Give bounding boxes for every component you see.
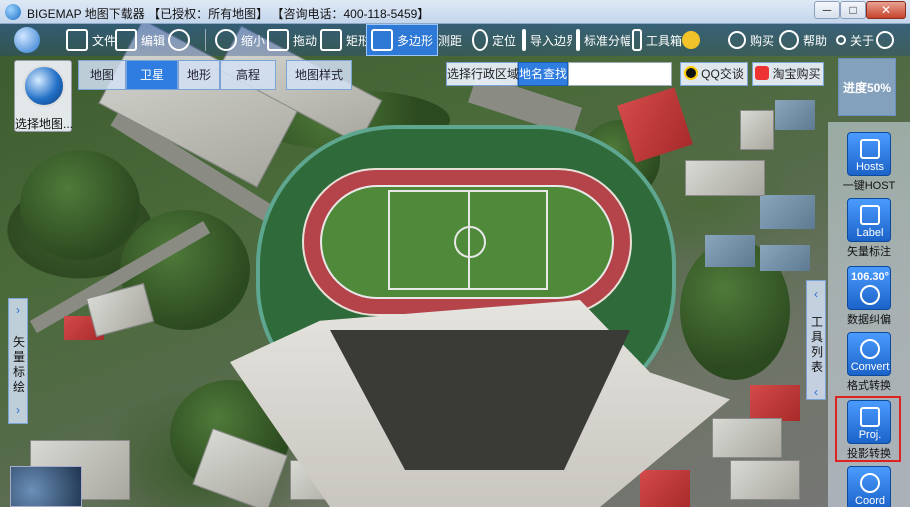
chevron-right-icon[interactable]: › xyxy=(12,403,24,417)
chevron-right-icon[interactable]: › xyxy=(12,303,24,317)
label-glyph xyxy=(860,205,880,225)
map-building xyxy=(685,160,765,196)
toolbar-settings[interactable] xyxy=(168,24,194,56)
taobao-icon xyxy=(755,66,770,80)
toolbar-zoom-out[interactable]: 缩小 xyxy=(215,24,265,56)
toolbar-separator xyxy=(205,29,206,51)
map-roof xyxy=(705,235,755,267)
map-roof xyxy=(760,195,815,229)
map-selector-button[interactable]: 选择地图... xyxy=(14,60,74,132)
map-roof xyxy=(750,385,800,421)
toolbar-locate[interactable]: 定位 xyxy=(472,24,516,56)
location-pin-icon xyxy=(472,29,488,51)
toolbar-help[interactable]: 帮助 xyxy=(779,24,827,56)
main-toolbar: 文件 编辑 缩小 拖动 矩形 多边形 测距 定位 导入边界 标准分幅 工具箱 购… xyxy=(0,24,910,56)
vector-plot-tab[interactable]: › 矢量标绘 › xyxy=(8,298,28,424)
vector-plot-label: 矢量标绘 xyxy=(12,335,25,394)
toolbar-about[interactable]: 关于 xyxy=(836,24,874,56)
map-tree xyxy=(20,150,140,260)
globe-button[interactable] xyxy=(14,24,44,56)
hand-icon xyxy=(267,29,289,51)
maptype-elevation[interactable]: 高程 xyxy=(220,60,276,90)
maptype-satellite[interactable]: 卫星 xyxy=(126,60,178,90)
polygon-icon xyxy=(371,29,393,51)
toolbar-measure[interactable]: 测距 xyxy=(438,24,468,56)
toolbar-pan[interactable]: 拖动 xyxy=(267,24,317,56)
map-style-button[interactable]: 地图样式 xyxy=(286,60,352,90)
toolbar-settings-gear[interactable] xyxy=(876,24,898,56)
tool-list-tab[interactable]: ‹ 工具列表 ‹ xyxy=(806,280,826,400)
coord-icon: Coord xyxy=(847,466,891,507)
maptype-map[interactable]: 地图 xyxy=(78,60,126,90)
tool-data-correction[interactable]: 106.30° 数据纠偏 xyxy=(838,266,900,327)
maptype-terrain[interactable]: 地形 xyxy=(178,60,220,90)
toolbar-buy[interactable]: 购买 xyxy=(728,24,774,56)
select-region-button[interactable]: 选择行政区域 xyxy=(446,62,519,86)
grid-icon xyxy=(576,29,580,51)
projection-highlight-frame xyxy=(835,396,901,462)
place-search-button[interactable]: 地名查找 xyxy=(518,62,568,86)
hosts-icon: Hosts xyxy=(847,132,891,176)
label-icon: Label xyxy=(847,198,891,242)
map-building xyxy=(712,418,782,458)
qq-chat-button[interactable]: QQ交谈 xyxy=(680,62,748,86)
map-roof xyxy=(640,470,690,507)
tool-hosts[interactable]: Hosts 一键HOST xyxy=(838,132,900,193)
football-pitch xyxy=(388,190,548,290)
chevron-left-icon[interactable]: ‹ xyxy=(810,385,822,399)
toolbar-file[interactable]: 文件 xyxy=(66,24,116,56)
hosts-glyph xyxy=(860,139,880,159)
taobao-buy-button[interactable]: 淘宝购买 xyxy=(752,62,824,86)
app-globe-icon xyxy=(5,4,21,20)
cart-icon xyxy=(728,31,746,49)
settings-icon xyxy=(168,29,190,51)
vip-icon xyxy=(682,31,700,49)
maximize-button[interactable]: □ xyxy=(840,1,866,19)
globe-icon xyxy=(14,27,40,53)
globe-glyph xyxy=(860,285,880,305)
map-selector-label: 选择地图... xyxy=(15,117,74,131)
toolbar-polygon[interactable]: 多边形 xyxy=(366,24,439,56)
map-building xyxy=(730,460,800,500)
tool-list-label: 工具列表 xyxy=(810,315,823,374)
convert-icon: Convert xyxy=(847,332,891,376)
mini-globe[interactable] xyxy=(10,466,82,507)
minimize-button[interactable]: ─ xyxy=(814,1,840,19)
zoom-out-icon xyxy=(215,29,237,51)
convert-glyph xyxy=(860,339,880,359)
tool-format-convert[interactable]: Convert 格式转换 xyxy=(838,332,900,393)
map-roof xyxy=(775,100,815,130)
qq-icon xyxy=(684,66,699,80)
toolbar-edit[interactable]: 编辑 xyxy=(115,24,165,56)
coord-glyph xyxy=(860,473,880,493)
toolbar-import-boundary[interactable]: 导入边界 xyxy=(522,24,572,56)
help-icon xyxy=(779,30,799,50)
place-search-input[interactable] xyxy=(568,62,672,86)
toolbar-standard-grid[interactable]: 标准分幅 xyxy=(576,24,630,56)
tool-coord[interactable]: Coord xyxy=(838,466,900,507)
about-icon xyxy=(836,35,846,45)
gear-icon xyxy=(876,31,894,49)
folder-icon xyxy=(66,29,88,51)
toolbar-vip[interactable] xyxy=(682,24,704,56)
map-roof xyxy=(760,245,810,271)
toolbar-toolbox[interactable]: 工具箱 xyxy=(632,24,682,56)
import-icon xyxy=(522,29,526,51)
globe-correct-icon: 106.30° xyxy=(847,266,891,310)
title-bar: BIGEMAP 地图下载器 【已授权：所有地图】 【咨询电话：400-118-5… xyxy=(0,0,910,24)
rectangle-icon xyxy=(320,29,342,51)
earth-icon xyxy=(23,65,65,107)
toolbox-icon xyxy=(632,29,642,51)
toolbar-rectangle[interactable]: 矩形 xyxy=(320,24,370,56)
tool-label[interactable]: Label 矢量标注 xyxy=(838,198,900,259)
chevron-left-icon[interactable]: ‹ xyxy=(810,287,822,301)
close-button[interactable]: ✕ xyxy=(866,1,906,19)
download-progress[interactable]: 进度50% xyxy=(838,58,896,116)
map-building xyxy=(740,110,774,150)
edit-icon xyxy=(115,29,137,51)
window-title: BIGEMAP 地图下载器 【已授权：所有地图】 【咨询电话：400-118-5… xyxy=(27,7,430,21)
